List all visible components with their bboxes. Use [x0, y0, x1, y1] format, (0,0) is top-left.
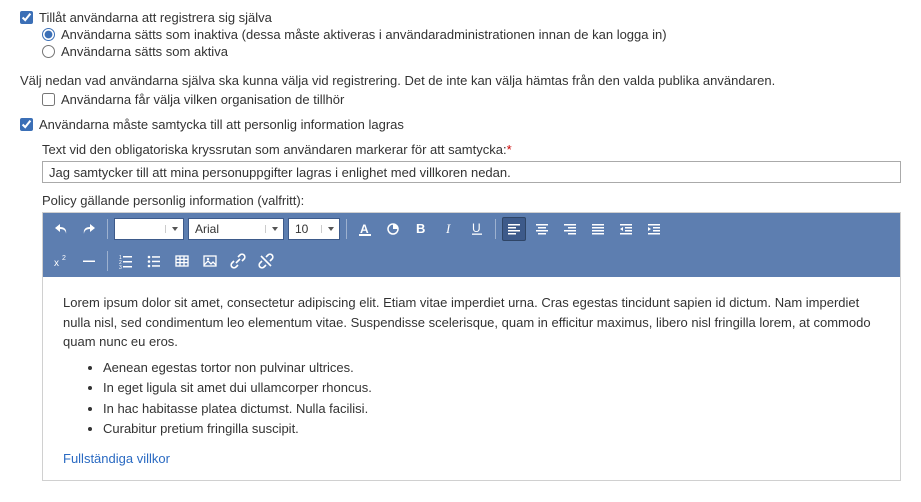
full-terms-link[interactable]: Fullständiga villkor [63, 451, 170, 466]
list-item: In eget ligula sit amet dui ullamcorper … [103, 378, 880, 398]
consent-text-input[interactable] [42, 161, 901, 183]
font-size-value: 10 [295, 222, 308, 236]
align-right-icon[interactable] [558, 217, 582, 241]
font-family-value: Arial [195, 222, 219, 236]
consent-required-label: Användarna måste samtycka till att perso… [39, 117, 404, 132]
choose-org-checkbox[interactable] [42, 93, 55, 106]
allow-self-register-checkbox[interactable] [20, 11, 33, 24]
background-color-icon[interactable] [381, 217, 405, 241]
users-inactive-label: Användarna sätts som inaktiva (dessa mås… [61, 27, 667, 42]
rich-text-editor: Arial 10 A B I [42, 212, 901, 481]
align-justify-icon[interactable] [586, 217, 610, 241]
list-item: Aenean egestas tortor non pulvinar ultri… [103, 358, 880, 378]
svg-text:U: U [472, 221, 481, 235]
users-active-radio[interactable] [42, 45, 55, 58]
outdent-icon[interactable] [614, 217, 638, 241]
consent-required-checkbox[interactable] [20, 118, 33, 131]
policy-label: Policy gällande personlig information (v… [42, 193, 901, 208]
svg-text:3: 3 [119, 265, 122, 269]
block-format-select[interactable] [114, 218, 184, 240]
svg-text:I: I [445, 221, 451, 236]
undo-icon[interactable] [49, 217, 73, 241]
allow-self-register-label: Tillåt användarna att registrera sig sjä… [39, 10, 272, 25]
editor-content-area[interactable]: Lorem ipsum dolor sit amet, consectetur … [43, 277, 900, 480]
redo-icon[interactable] [77, 217, 101, 241]
image-icon[interactable] [198, 249, 222, 273]
superscript-icon[interactable]: x2 [49, 249, 73, 273]
ordered-list-icon[interactable]: 123 [114, 249, 138, 273]
svg-text:x: x [54, 258, 59, 269]
align-center-icon[interactable] [530, 217, 554, 241]
users-inactive-radio[interactable] [42, 28, 55, 41]
italic-icon[interactable]: I [437, 217, 461, 241]
indent-icon[interactable] [642, 217, 666, 241]
users-active-label: Användarna sätts som aktiva [61, 44, 228, 59]
font-family-select[interactable]: Arial [188, 218, 284, 240]
align-left-icon[interactable] [502, 217, 526, 241]
font-size-select[interactable]: 10 [288, 218, 340, 240]
unordered-list-icon[interactable] [142, 249, 166, 273]
chevron-down-icon [265, 225, 279, 233]
svg-text:A: A [360, 222, 369, 236]
consent-text-label: Text vid den obligatoriska kryssrutan so… [42, 142, 507, 157]
choose-org-label: Användarna får välja vilken organisation… [61, 92, 344, 107]
font-color-icon[interactable]: A [353, 217, 377, 241]
link-icon[interactable] [226, 249, 250, 273]
svg-text:2: 2 [62, 255, 66, 262]
table-icon[interactable] [170, 249, 194, 273]
bold-icon[interactable]: B [409, 217, 433, 241]
chevron-down-icon [165, 225, 179, 233]
unlink-icon[interactable] [254, 249, 278, 273]
chevron-down-icon [321, 225, 335, 233]
list-item: In hac habitasse platea dictumst. Nulla … [103, 399, 880, 419]
required-asterisk: * [507, 142, 512, 157]
underline-icon[interactable]: U [465, 217, 489, 241]
editor-paragraph: Lorem ipsum dolor sit amet, consectetur … [63, 293, 880, 352]
editor-toolbar: Arial 10 A B I [43, 213, 900, 277]
list-item: Curabitur pretium fringilla suscipit. [103, 419, 880, 439]
choose-intro-text: Välj nedan vad användarna själva ska kun… [20, 73, 901, 88]
horizontal-rule-icon[interactable] [77, 249, 101, 273]
svg-text:B: B [416, 221, 425, 236]
editor-bullet-list: Aenean egestas tortor non pulvinar ultri… [63, 358, 880, 439]
